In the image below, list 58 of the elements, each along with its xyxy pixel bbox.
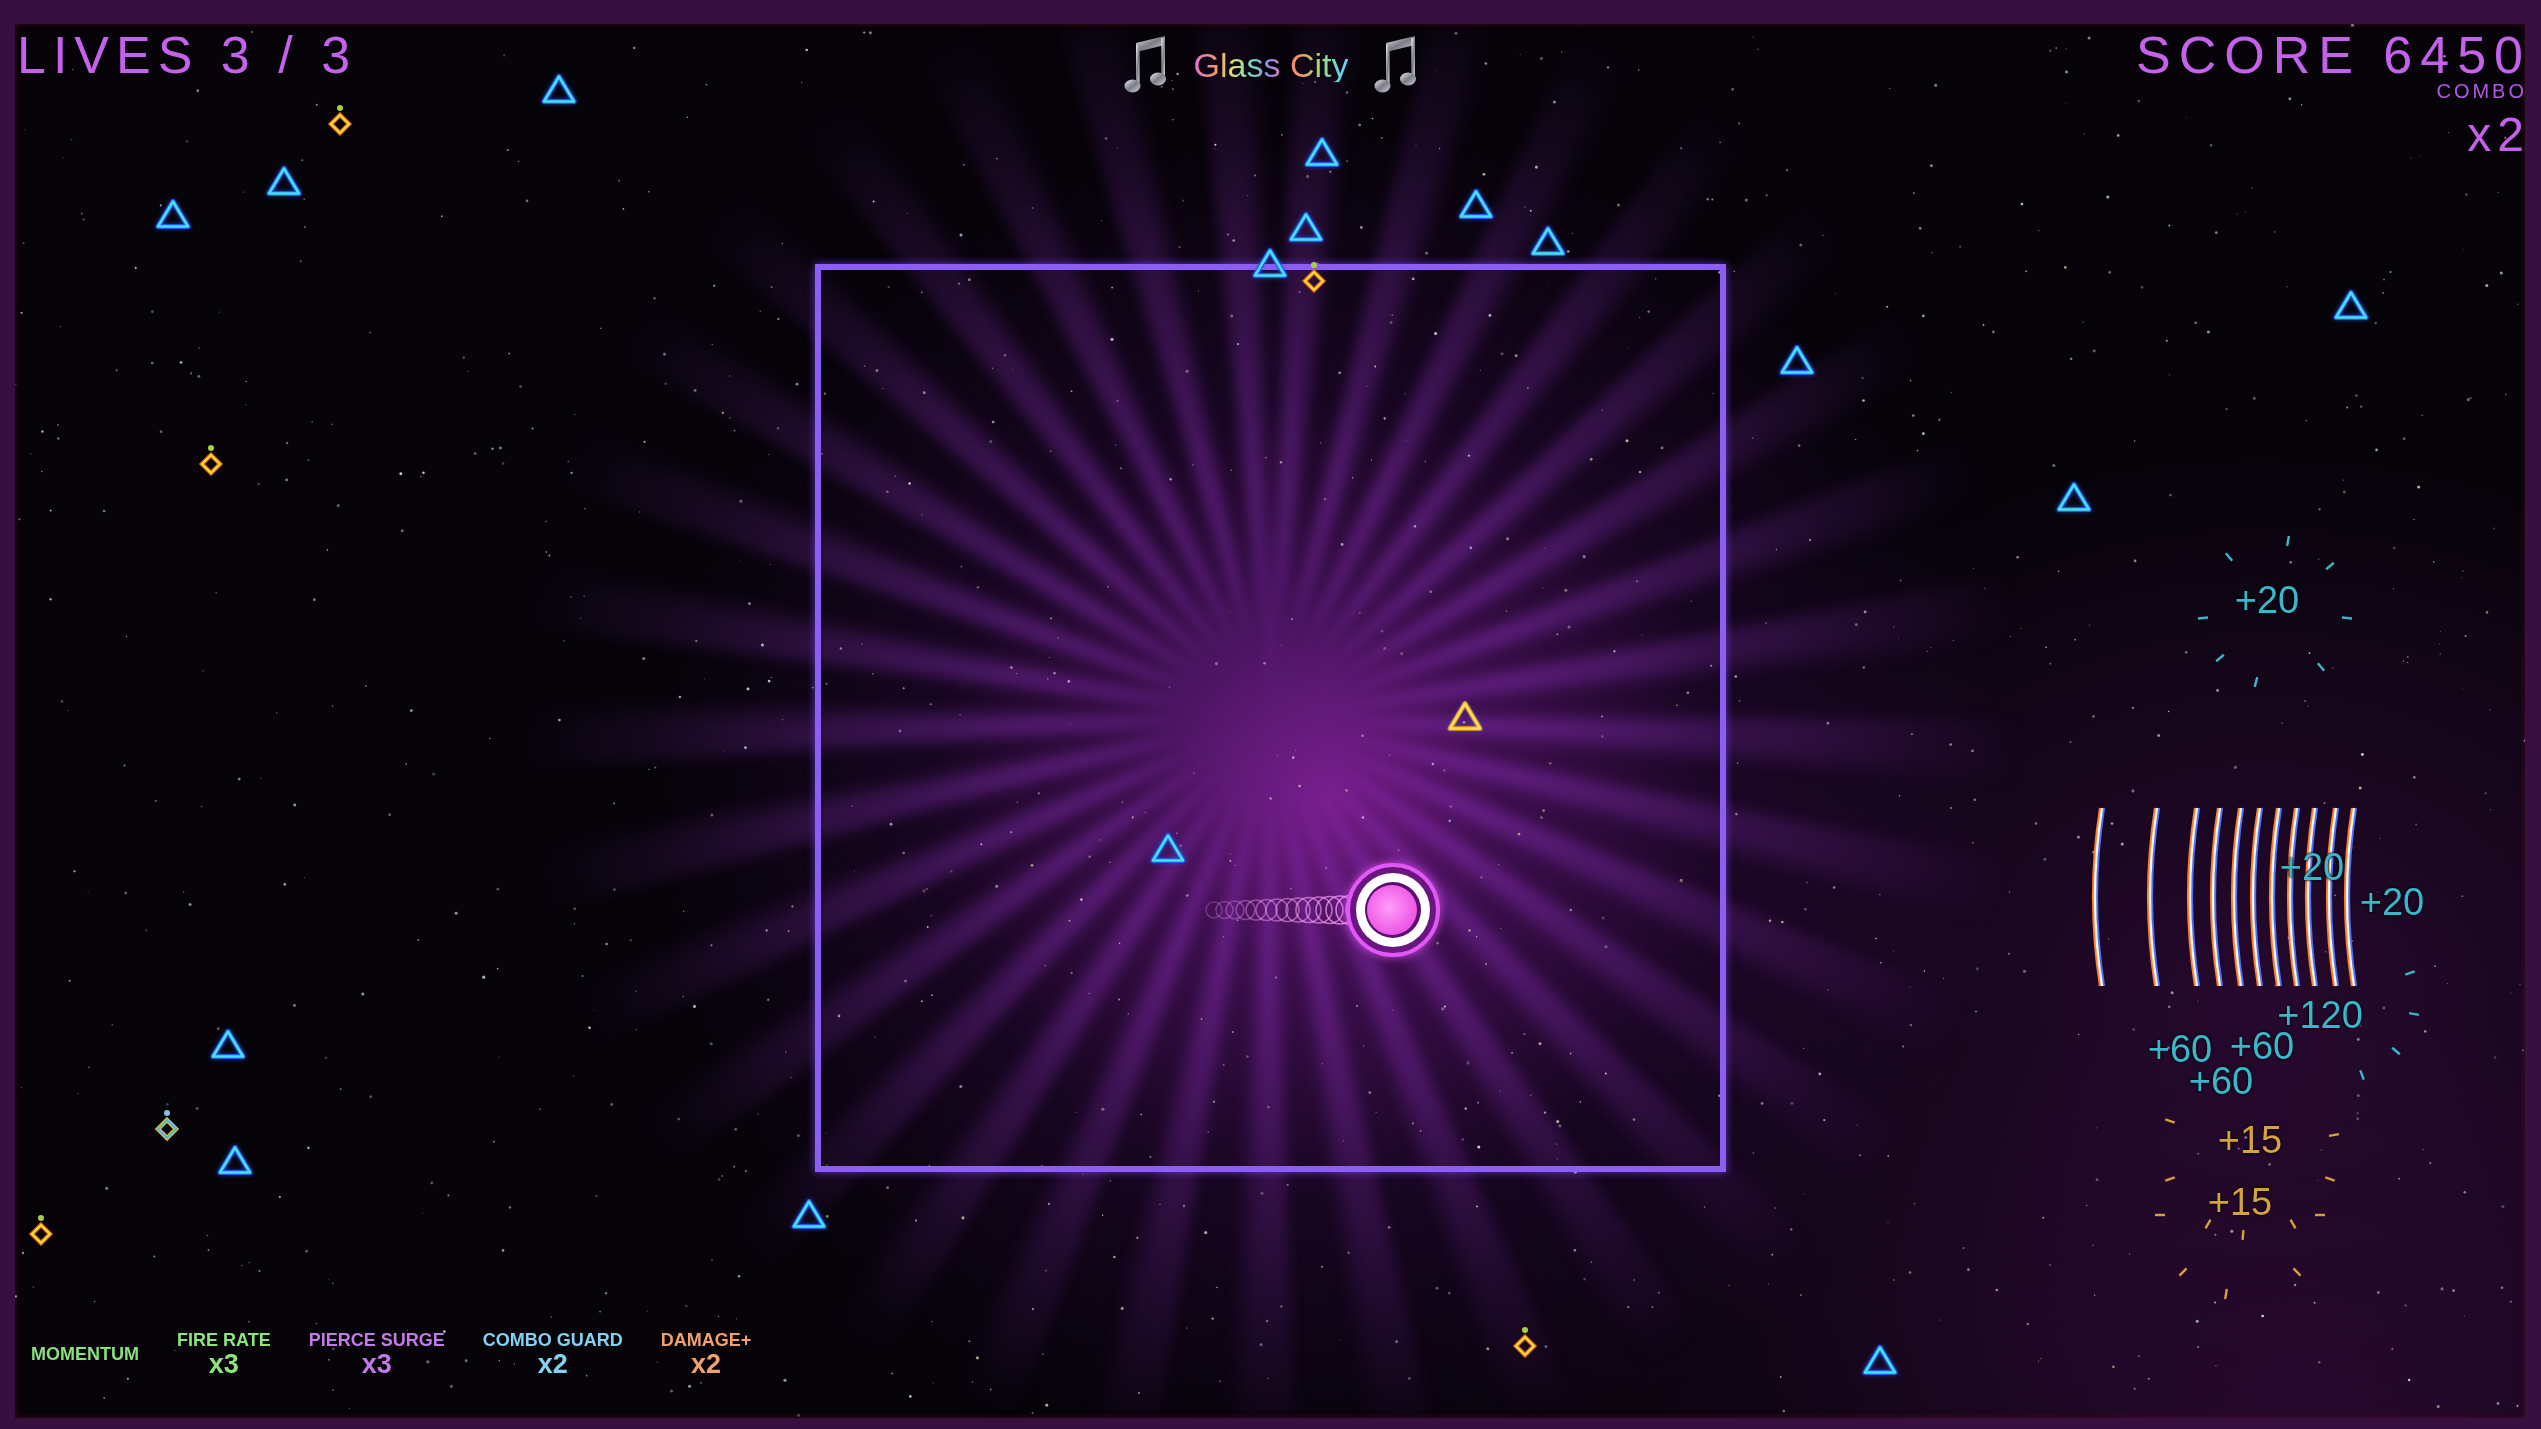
diamond-pickup-icon — [327, 104, 353, 136]
music-note-icon — [1374, 35, 1419, 95]
powerup-count: x2 — [690, 1351, 721, 1378]
triangle-enemy-icon — [217, 1144, 253, 1176]
triangle-enemy-icon — [1458, 188, 1494, 220]
triangle-enemy-icon — [2333, 289, 2369, 321]
powerup-label: PIERCE SURGE — [308, 1331, 445, 1351]
music-note-icon — [1123, 35, 1168, 95]
score-popup: +15 — [2217, 1121, 2283, 1159]
score-popup: +15 — [2207, 1183, 2273, 1221]
combo-label: COMBO — [2436, 81, 2525, 101]
triangle-enemy-icon — [266, 165, 302, 197]
triangle-enemy-icon — [1447, 700, 1483, 732]
diamond-pickup-icon — [1512, 1326, 1538, 1358]
lives-counter: LIVES 3 / 3 — [17, 29, 358, 81]
triangle-enemy-icon — [1779, 344, 1815, 376]
player-orb-icon — [1345, 862, 1441, 958]
spark-icon — [2223, 551, 2235, 563]
spark-icon — [2164, 1173, 2176, 1185]
combo-multiplier: x2 — [2467, 111, 2525, 159]
powerup-label: COMBO GUARD — [482, 1331, 623, 1351]
score-popup: +20 — [2234, 581, 2300, 619]
powerup-label: DAMAGE+ — [660, 1331, 752, 1351]
spark-icon — [2287, 1218, 2299, 1230]
spark-icon — [2324, 560, 2336, 572]
diamond-pickup-icon — [154, 1109, 180, 1141]
score-counter: SCORE 6450 — [2135, 29, 2525, 81]
spark-icon — [2390, 1045, 2402, 1057]
score-popup: +60 — [2229, 1027, 2295, 1065]
diamond-pickup-icon — [1301, 261, 1327, 293]
spark-icon — [2324, 1173, 2336, 1185]
spark-icon — [2356, 1069, 2368, 1081]
triangle-enemy-icon — [1304, 136, 1340, 168]
spark-icon — [2404, 967, 2416, 979]
score-popup: +20 — [2359, 883, 2425, 921]
spark-icon — [2202, 1218, 2214, 1230]
triangle-enemy-icon — [2056, 481, 2092, 513]
spark-icon — [2291, 1266, 2303, 1278]
diamond-pickup-icon — [28, 1214, 54, 1246]
powerup-label: FIRE RATE — [177, 1331, 271, 1351]
powerup-count: x2 — [537, 1351, 568, 1378]
powerup-count: x3 — [361, 1351, 392, 1378]
spark-icon — [2315, 661, 2327, 673]
triangle-enemy-icon — [1530, 225, 1566, 257]
triangle-enemy-icon — [155, 198, 191, 230]
spark-icon — [2164, 1115, 2176, 1127]
triangle-enemy-icon — [1150, 832, 1186, 864]
triangle-enemy-icon — [791, 1198, 827, 1230]
spark-icon — [2214, 652, 2226, 664]
powerup-count: x3 — [208, 1351, 239, 1378]
triangle-enemy-icon — [1862, 1344, 1898, 1376]
triangle-enemy-icon — [210, 1028, 246, 1060]
diamond-pickup-icon — [198, 444, 224, 476]
triangle-enemy-icon — [541, 73, 577, 105]
spark-icon — [2177, 1266, 2189, 1278]
triangle-enemy-icon — [1288, 211, 1324, 243]
powerup-label: MOMENTUM — [31, 1344, 139, 1365]
triangle-enemy-icon — [1252, 247, 1288, 279]
